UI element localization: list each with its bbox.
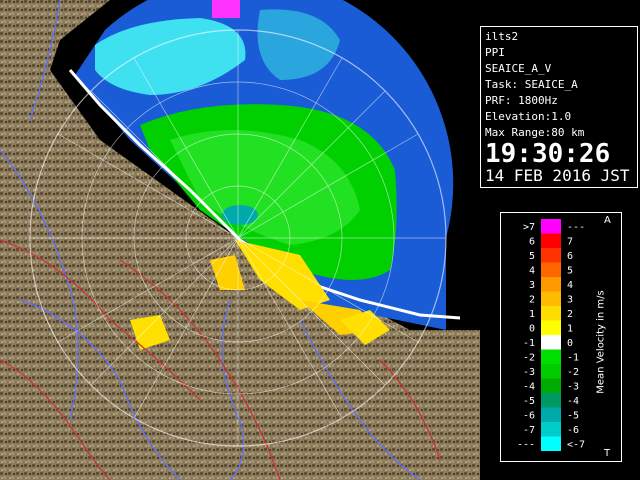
legend-low-value: 5 [529, 251, 535, 262]
legend-high-value: -5 [567, 411, 579, 422]
legend-low-value: -2 [523, 353, 535, 364]
legend-swatch [541, 248, 561, 263]
legend-row: 45 [529, 262, 573, 277]
legend-high-value: -1 [567, 353, 579, 364]
legend-swatch [541, 364, 561, 379]
legend-row: 67 [529, 233, 573, 248]
legend-swatch [541, 320, 561, 335]
legend-row: --- <-7 [517, 436, 585, 451]
velocity-legend: >7 --- 6 7 5 6 4 5 3 4 2 3 1 2 0 1 -1 0 -2 -1 -3 -2 -4 -3 -5 -4 -6… [500, 212, 622, 462]
radar-map [0, 0, 480, 480]
legend-low-value: -5 [523, 396, 535, 407]
legend-low-value: -7 [523, 425, 535, 436]
legend-high-value: 3 [567, 295, 573, 306]
legend-high-value: -2 [567, 367, 579, 378]
legend-title: Mean Velocity in m/s [595, 290, 607, 394]
range-grid [29, 29, 447, 447]
prf-label: PRF: 1800Hz [485, 94, 558, 107]
legend-row: 56 [529, 248, 573, 263]
radar-display: ilts2 PPI SEAICE_A_V Task: SEAICE_A PRF:… [0, 0, 640, 480]
legend-row: -4 -3 [523, 378, 579, 393]
legend-high-value: 7 [567, 237, 573, 248]
legend-high-value: -3 [567, 382, 579, 393]
legend-swatch [541, 407, 561, 422]
legend-high-value: 5 [567, 266, 573, 277]
legend-low-value: >7 [523, 222, 535, 233]
legend-high-value: 2 [567, 309, 573, 320]
legend-swatch [541, 277, 561, 292]
legend-row: 34 [529, 277, 573, 292]
legend-swatch [541, 233, 561, 248]
legend-row: >7 --- [523, 219, 585, 234]
legend-high-value: 0 [567, 338, 573, 349]
legend-row: -1 0 [523, 335, 573, 350]
legend-row: 01 [529, 320, 573, 335]
legend-low-value: -4 [523, 382, 535, 393]
legend-low-value: 4 [529, 266, 535, 277]
scan-date: 14 FEB 2016 JST [485, 166, 630, 185]
legend-swatch [541, 335, 561, 350]
legend-low-value: -3 [523, 367, 535, 378]
product-name: SEAICE_A_V [485, 62, 552, 75]
legend-row: -2 -1 [523, 349, 579, 364]
legend-corner-top: A [604, 215, 611, 226]
legend-swatch [541, 306, 561, 321]
legend-high-value: -6 [567, 425, 579, 436]
legend-high-value: 6 [567, 251, 573, 262]
legend-high-value: -4 [567, 396, 579, 407]
legend-row: -3 -2 [523, 364, 579, 379]
legend-high-value: --- [567, 222, 585, 233]
legend-swatch [541, 436, 561, 451]
legend-low-value: -6 [523, 411, 535, 422]
legend-low-value: 0 [529, 324, 535, 335]
legend-row: -5 -4 [523, 393, 579, 408]
radar-name: ilts2 [485, 30, 519, 43]
product-type: PPI [485, 46, 505, 59]
legend-low-value: 1 [529, 309, 535, 320]
legend-low-value: --- [517, 440, 535, 451]
legend-low-value: -1 [523, 338, 535, 349]
legend-row: -6 -5 [523, 407, 579, 422]
legend-row: -7 -6 [523, 422, 579, 437]
legend-swatch [541, 378, 561, 393]
legend-swatch [541, 422, 561, 437]
max-range-label: Max Range:80 km [485, 126, 585, 139]
legend-swatch [541, 262, 561, 277]
legend-high-value: 4 [567, 280, 573, 291]
legend-high-value: <-7 [567, 440, 585, 451]
legend-low-value: 2 [529, 295, 535, 306]
info-panel: ilts2 PPI SEAICE_A_V Task: SEAICE_A PRF:… [480, 26, 638, 188]
legend-title-box: Mean Velocity in m/s [593, 231, 609, 453]
legend-high-value: 1 [567, 324, 573, 335]
legend-row: 12 [529, 306, 573, 321]
legend-swatch [541, 291, 561, 306]
legend-swatch [541, 219, 561, 234]
legend-corner-bottom: T [604, 448, 611, 459]
legend-row: 23 [529, 291, 573, 306]
elevation-label: Elevation:1.0 [485, 110, 572, 123]
legend-low-value: 6 [529, 237, 535, 248]
legend-swatch [541, 393, 561, 408]
legend-swatch [541, 349, 561, 364]
task-label: Task: SEAICE_A [485, 78, 578, 91]
legend-low-value: 3 [529, 280, 535, 291]
scan-time: 19:30:26 [485, 139, 611, 169]
